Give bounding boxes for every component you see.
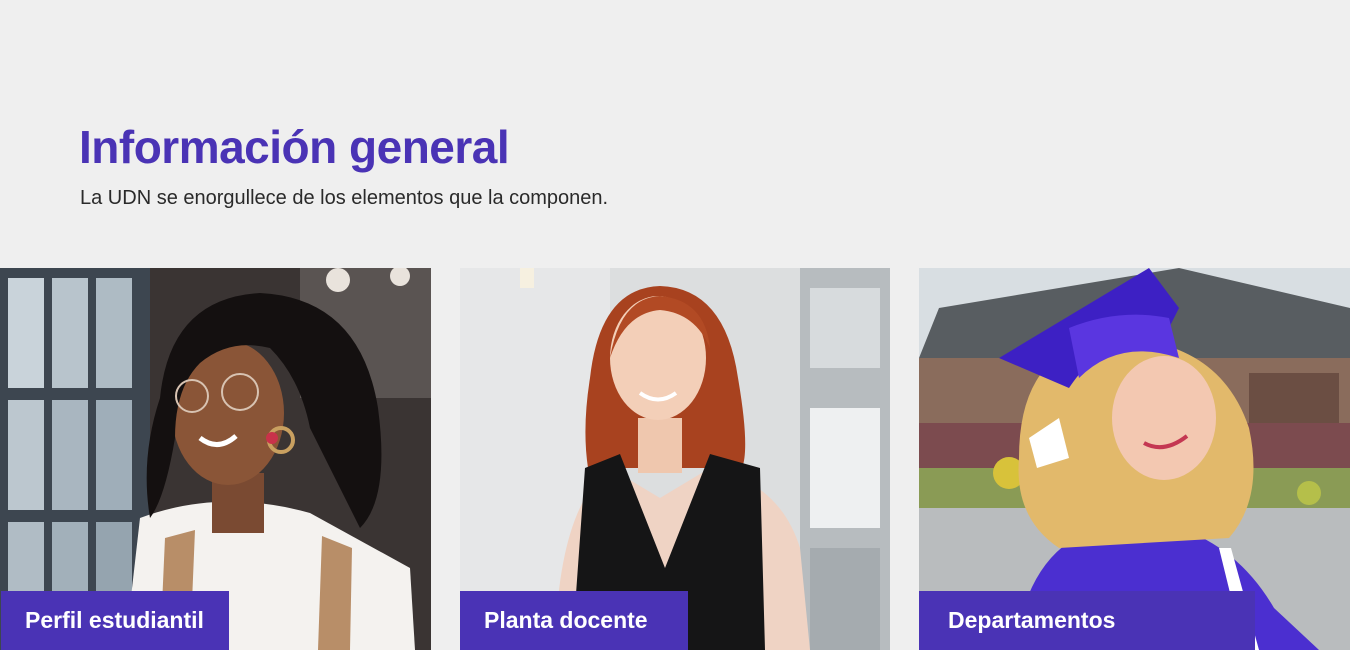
card-student-profile[interactable]: Perfil estudiantil: [0, 268, 431, 650]
general-info-section: Información general La UDN se enorgullec…: [0, 0, 1350, 650]
card-label-faculty[interactable]: Planta docente: [460, 591, 688, 650]
section-title: Información general: [79, 121, 510, 173]
card-label-student-profile[interactable]: Perfil estudiantil: [1, 591, 229, 650]
card-departments[interactable]: Departamentos: [919, 268, 1350, 650]
card-label-departments[interactable]: Departamentos: [919, 591, 1255, 650]
card-faculty[interactable]: Planta docente: [460, 268, 890, 650]
section-subtitle: La UDN se enorgullece de los elementos q…: [80, 187, 609, 209]
